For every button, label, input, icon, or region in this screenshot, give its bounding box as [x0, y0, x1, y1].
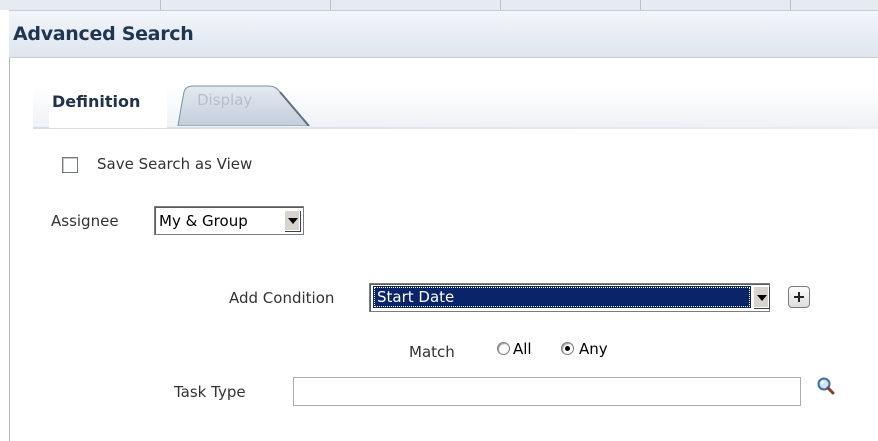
column-separator: [790, 0, 791, 10]
match-any-radio[interactable]: [561, 342, 574, 355]
add-condition-dropdown-button[interactable]: [753, 286, 769, 308]
assignee-label: Assignee: [51, 212, 119, 230]
plus-icon-vertical: [798, 292, 800, 302]
task-type-input[interactable]: [293, 377, 801, 406]
assignee-value: My & Group: [159, 212, 248, 230]
panel-header: Advanced Search: [9, 10, 878, 58]
save-search-label: Save Search as View: [97, 155, 253, 173]
match-label: Match: [409, 343, 455, 361]
add-condition-value: Start Date: [373, 286, 751, 308]
match-all-label: All: [513, 340, 532, 358]
magnifier-icon: [817, 377, 835, 395]
column-separator: [160, 0, 161, 10]
search-icon[interactable]: [815, 376, 837, 398]
radio-selected-dot: [565, 346, 570, 351]
chevron-down-icon: [757, 295, 767, 301]
column-separator: [330, 0, 331, 10]
match-any-label: Any: [579, 340, 608, 358]
chevron-down-icon: [288, 218, 298, 224]
top-strip: [0, 0, 878, 10]
panel-title: Advanced Search: [13, 23, 194, 45]
column-separator: [500, 0, 501, 10]
task-type-label: Task Type: [174, 383, 246, 401]
match-all-radio[interactable]: [497, 342, 510, 355]
column-separator: [640, 0, 641, 10]
assignee-select[interactable]: My & Group: [154, 206, 304, 235]
save-search-checkbox[interactable]: [62, 157, 78, 173]
add-condition-button[interactable]: [788, 286, 810, 308]
assignee-dropdown-button[interactable]: [284, 210, 300, 231]
add-condition-label: Add Condition: [229, 289, 335, 307]
tab-definition-label: Definition: [52, 92, 141, 111]
tab-display-label: Display: [197, 91, 253, 109]
